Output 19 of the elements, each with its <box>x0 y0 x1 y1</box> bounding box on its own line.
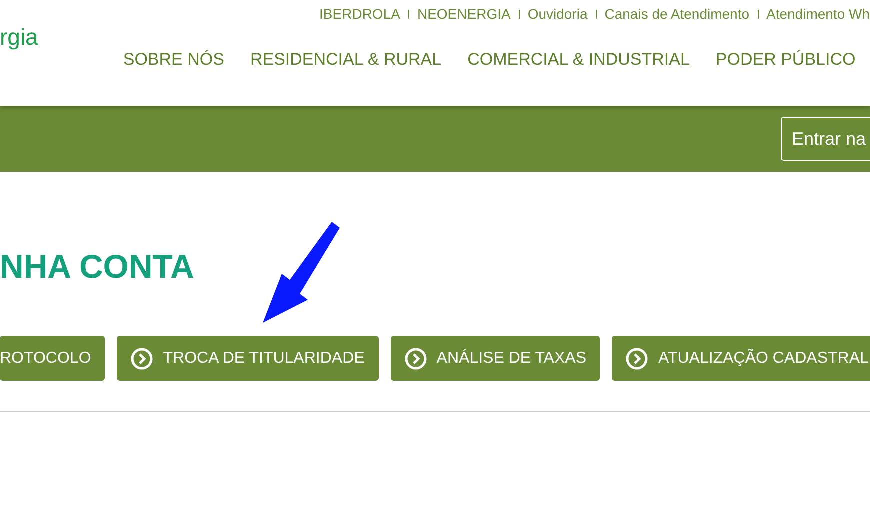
logo[interactable]: rgia <box>0 26 38 49</box>
action-button[interactable]: ROTOCOLO <box>0 336 106 381</box>
chevron-circle-icon <box>404 348 427 370</box>
action-button[interactable]: TROCA DE TITULARIDADE <box>117 336 379 381</box>
top-link[interactable]: IBERDROLA <box>320 4 400 25</box>
action-button[interactable]: ATUALIZAÇÃO CADASTRAL <box>612 336 870 381</box>
nav-link[interactable]: RESIDENCIAL & RURAL <box>250 47 442 72</box>
chevron-circle-icon <box>131 348 154 370</box>
top-link[interactable]: Canais de Atendimento <box>604 4 750 25</box>
nav-link[interactable]: SOBRE NÓS <box>123 47 224 72</box>
top-link[interactable]: Ouvidoria <box>528 4 588 25</box>
nav-link[interactable]: PODER PÚBLICO <box>716 47 856 72</box>
top-link[interactable]: Atendimento Wh <box>766 4 870 25</box>
chevron-circle-icon <box>626 348 648 370</box>
login-button[interactable]: Entrar na <box>780 117 870 161</box>
page-title: NHA CONTA <box>0 250 196 283</box>
action-button[interactable]: ANÁLISE DE TAXAS <box>390 336 600 381</box>
top-link[interactable]: NEOENERGIA <box>417 4 511 25</box>
nav-link[interactable]: COMERCIAL & INDUSTRIAL <box>468 47 690 72</box>
